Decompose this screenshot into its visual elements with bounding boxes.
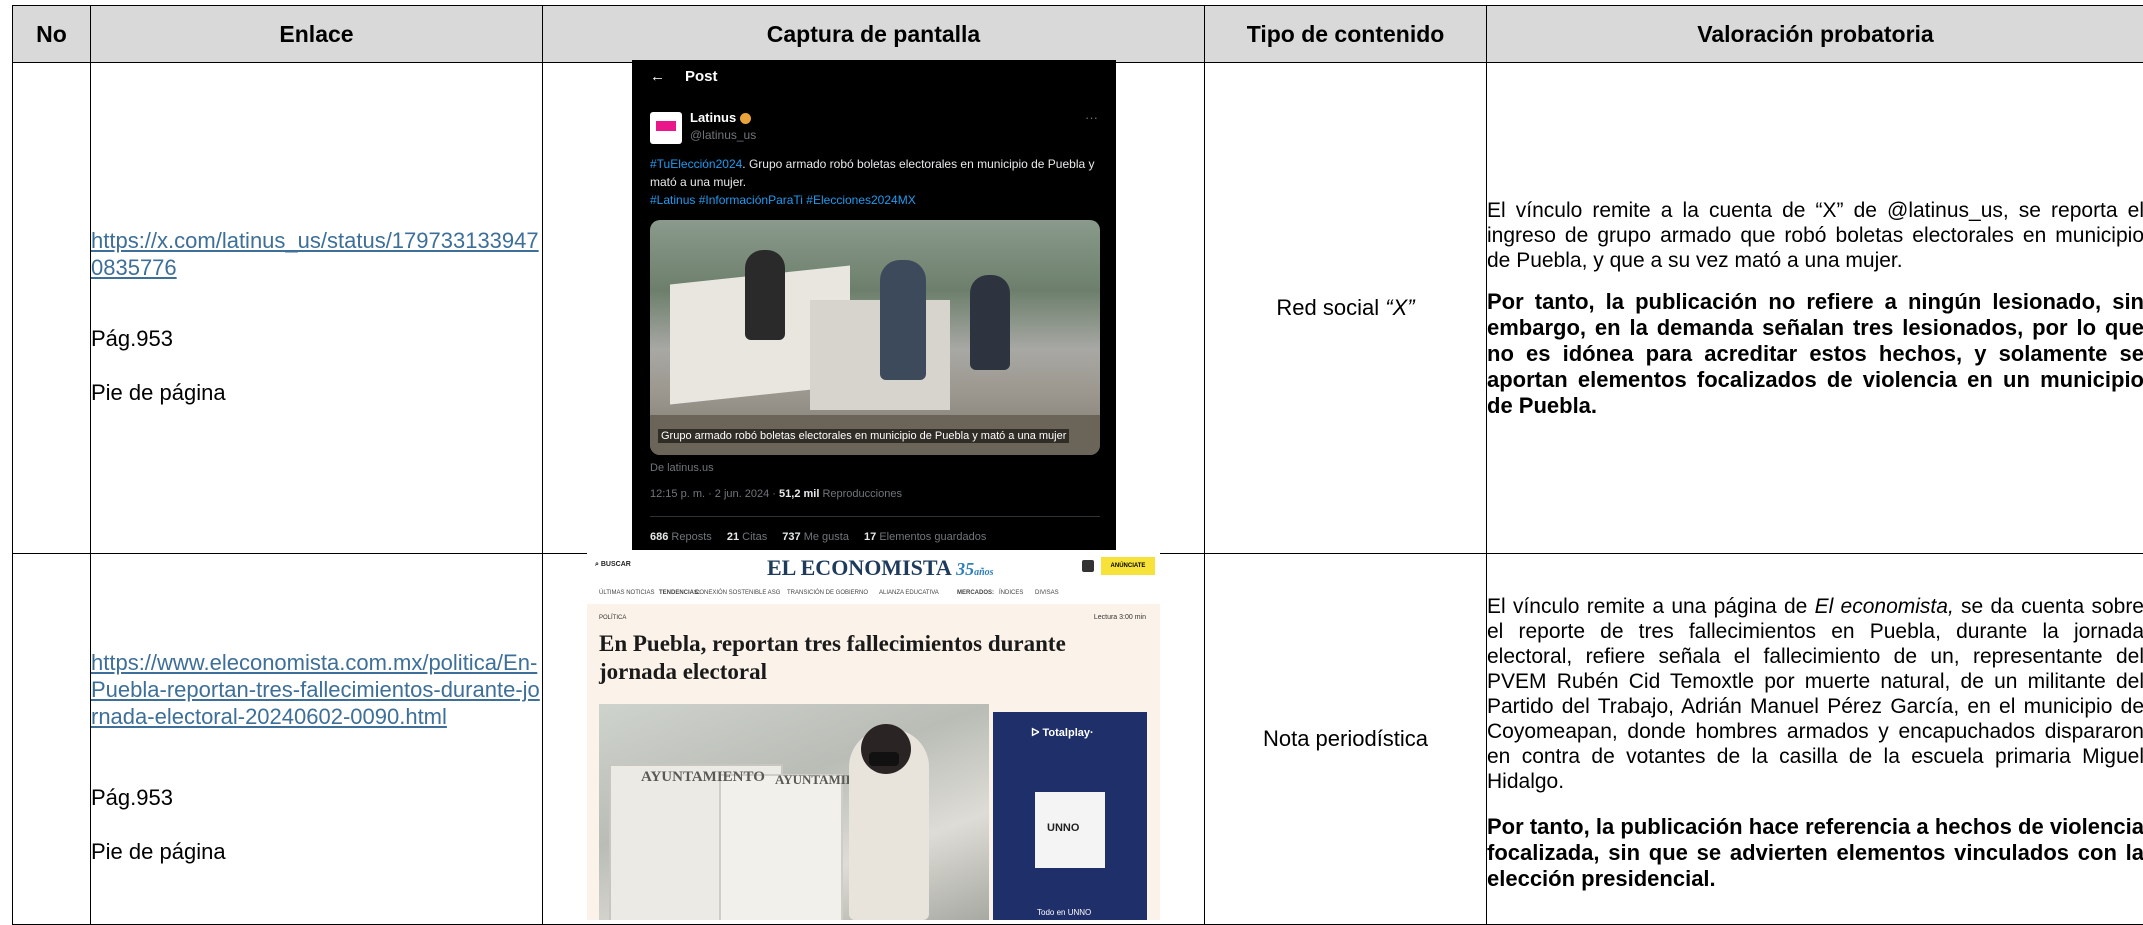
account-handle[interactable]: @latinus_us <box>690 128 756 142</box>
site-logo[interactable]: EL ECONOMISTA 35años <box>767 555 994 581</box>
valuation-conclusion: Por tanto, la publicación hace referenci… <box>1487 814 2143 892</box>
account-name[interactable]: Latinus <box>690 110 751 125</box>
ad-product-box: UNNO <box>1035 792 1105 868</box>
header-tipo: Tipo de contenido <box>1205 6 1487 63</box>
article-headline: En Puebla, reportan tres fallecimientos … <box>599 630 1119 686</box>
nav-item[interactable]: DIVISAS <box>1035 590 1059 596</box>
evidence-link[interactable]: https://x.com/latinus_us/status/17973313… <box>91 227 542 281</box>
article-photo: AYUNTAMIENTO AYUNTAMIENTO <box>599 704 989 920</box>
valuation-text: El vínculo remite a la cuenta de “X” de … <box>1487 198 2143 273</box>
cell-valuation: El vínculo remite a una página de El eco… <box>1487 554 2143 925</box>
valuation-text-end: se da cuenta sobre el reporte de tres fa… <box>1487 595 2143 793</box>
footnote-reference: Pie de página <box>91 838 542 865</box>
header-captura: Captura de pantalla <box>543 6 1205 63</box>
cell-content-type: Nota periodística <box>1205 554 1487 925</box>
article-section[interactable]: POLÍTICA <box>599 615 626 621</box>
photo-label: AYUNTAMIENTO <box>641 769 765 786</box>
cell-no <box>13 554 91 925</box>
nav-item[interactable]: TRANSICIÓN DE GOBIERNO <box>787 590 868 596</box>
post-header: ← Post <box>650 68 718 85</box>
nav-item: MERCADOS: <box>957 590 994 596</box>
tweet-source[interactable]: De latinus.us <box>650 462 714 474</box>
tweet-timestamp: 12:15 p. m. · 2 jun. 2024 · 51,2 mil Rep… <box>650 488 902 500</box>
advertisement[interactable]: ᐅ Totalplay· UNNO Todo en UNNO <box>993 712 1147 920</box>
advertise-button[interactable]: ANÚNCIATE <box>1101 557 1155 575</box>
hashtag-link[interactable]: #TuElección2024 <box>650 157 742 171</box>
document-page: No Enlace Captura de pantalla Tipo de co… <box>0 0 2143 920</box>
stat-reposts[interactable]: 686 Reposts <box>650 531 712 543</box>
cell-valuation: El vínculo remite a la cuenta de “X” de … <box>1487 63 2143 554</box>
site-topbar: ⌕ BUSCAR EL ECONOMISTA 35años ANÚNCIATE <box>587 552 1160 583</box>
back-arrow-icon[interactable]: ← <box>650 68 665 85</box>
content-type-text: Red social <box>1276 295 1379 320</box>
table-header-row: No Enlace Captura de pantalla Tipo de co… <box>13 6 2143 63</box>
reading-time: Lectura 3:00 min <box>1094 614 1146 621</box>
header-enlace: Enlace <box>91 6 543 63</box>
cell-content-type: Red social “X” <box>1205 63 1487 554</box>
search-button[interactable]: ⌕ BUSCAR <box>595 561 631 569</box>
hashtags[interactable]: #Latinus #InformaciónParaTi #Elecciones2… <box>650 193 916 207</box>
post-title: Post <box>685 68 718 85</box>
nav-item[interactable]: ALIANZA EDUCATIVA <box>879 590 939 596</box>
nav-item[interactable]: CONEXIÓN SOSTENIBLE ASG <box>695 590 780 596</box>
header-valoracion: Valoración probatoria <box>1487 6 2143 63</box>
header-no: No <box>13 6 91 63</box>
nav-item[interactable]: ÚLTIMAS NOTICIAS <box>599 590 655 596</box>
latinus-avatar[interactable] <box>650 112 682 144</box>
page-reference: Pág.953 <box>91 325 542 352</box>
nav-item: TENDENCIAS: <box>659 590 700 596</box>
divider <box>650 516 1100 517</box>
valuation-source-name: El economista, <box>1815 595 1954 618</box>
cell-no <box>13 63 91 554</box>
valuation-conclusion: Por tanto, la publicación no refiere a n… <box>1487 289 2143 419</box>
tweet-stats: 686 Reposts 21 Citas 737 Me gusta 17 Ele… <box>650 531 998 543</box>
video-caption: Grupo armado robó boletas electorales en… <box>658 429 1069 443</box>
stat-likes[interactable]: 737 Me gusta <box>782 531 849 543</box>
page-reference: Pág.953 <box>91 784 542 811</box>
user-icon[interactable] <box>1082 560 1094 572</box>
verified-badge-icon <box>740 113 751 124</box>
site-nav: ÚLTIMAS NOTICIAS TENDENCIAS: CONEXIÓN SO… <box>587 582 1160 604</box>
economista-screenshot: ⌕ BUSCAR EL ECONOMISTA 35años ANÚNCIATE … <box>587 552 1160 920</box>
ad-brand: ᐅ Totalplay· <box>1031 726 1094 739</box>
nav-item[interactable]: ÍNDICES <box>999 590 1023 596</box>
valuation-text: El vínculo remite a una página de El eco… <box>1487 594 2143 794</box>
tweet-text: #TuElección2024. Grupo armado robó bolet… <box>650 155 1105 209</box>
tweet-screenshot: ← Post Latinus @latinus_us ··· #TuElecció… <box>632 60 1116 550</box>
stat-quotes[interactable]: 21 Citas <box>727 531 767 543</box>
evidence-link[interactable]: https://www.eleconomista.com.mx/politica… <box>91 649 542 730</box>
stat-bookmarks[interactable]: 17 Elementos guardados <box>864 531 986 543</box>
footnote-reference: Pie de página <box>91 379 542 406</box>
cell-enlace: https://www.eleconomista.com.mx/politica… <box>91 554 543 925</box>
tweet-video[interactable]: Grupo armado robó boletas electorales en… <box>650 220 1100 455</box>
more-options-icon[interactable]: ··· <box>1085 110 1098 125</box>
cell-enlace: https://x.com/latinus_us/status/17973313… <box>91 63 543 554</box>
content-type-platform: “X” <box>1385 295 1414 320</box>
ad-footer: Todo en UNNO <box>1037 908 1091 917</box>
valuation-text-start: El vínculo remite a una página de <box>1487 595 1815 618</box>
